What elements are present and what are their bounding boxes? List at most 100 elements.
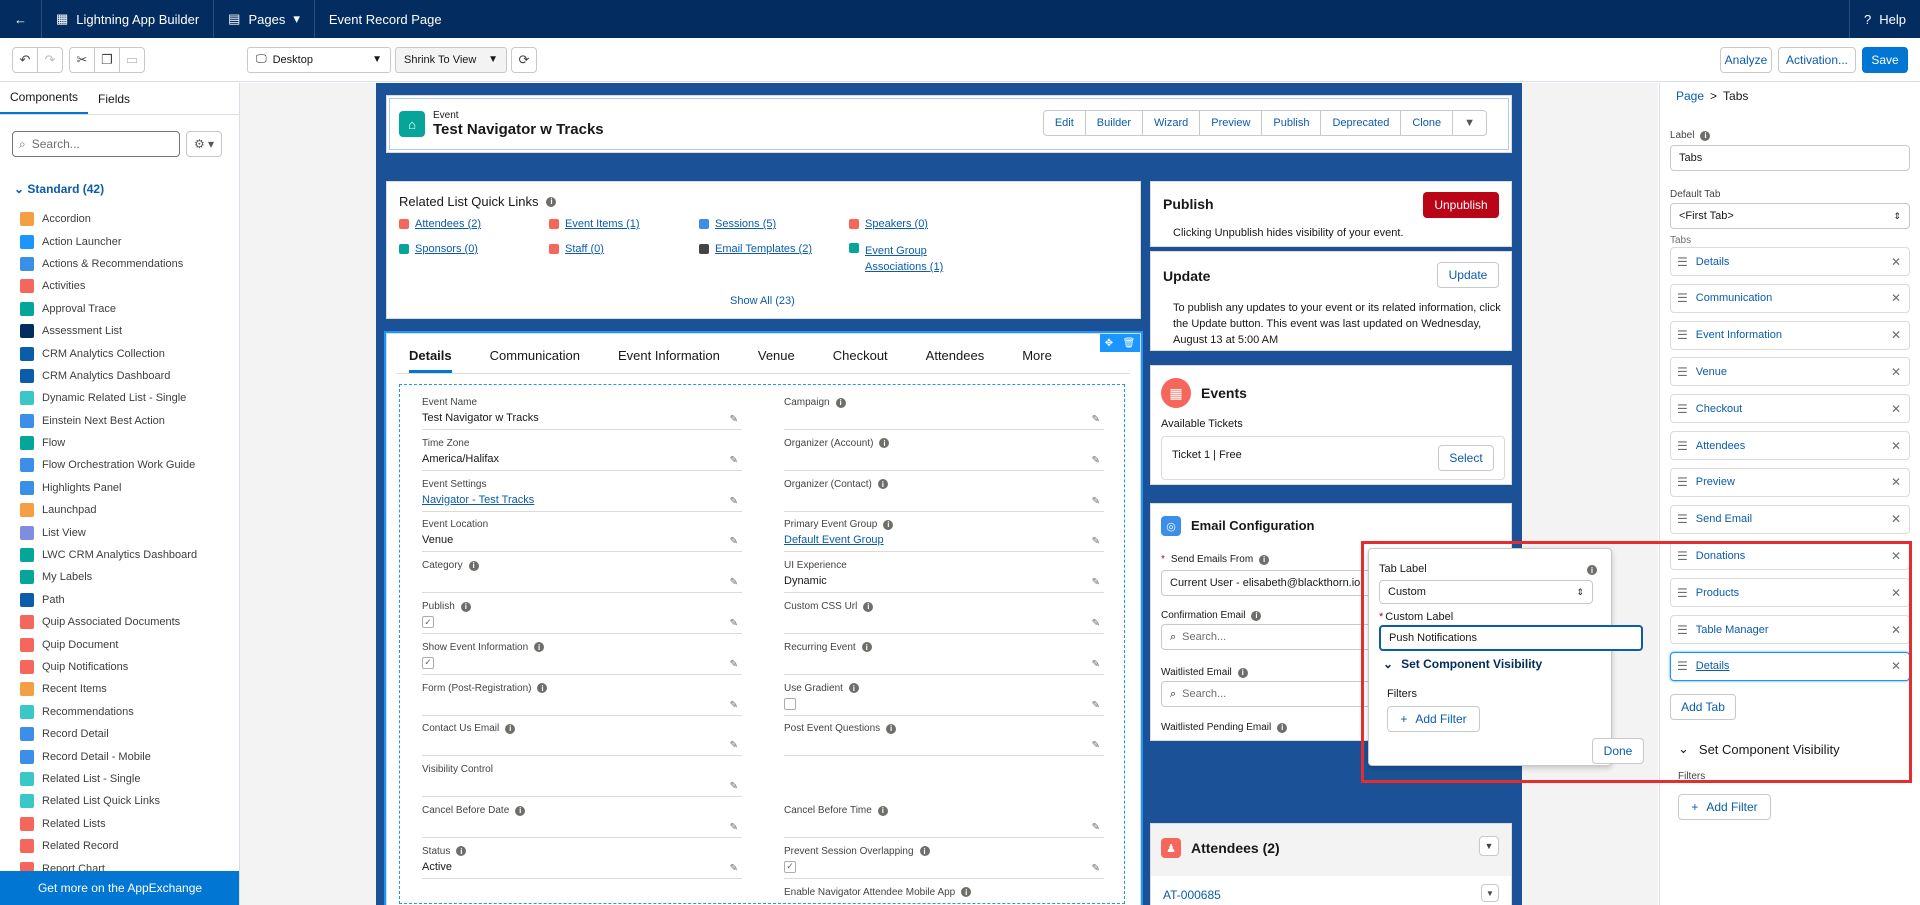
- component-item[interactable]: CRM Analytics Dashboard: [20, 365, 197, 387]
- settings-menu-button[interactable]: ⚙ ▾: [186, 131, 222, 157]
- component-item[interactable]: CRM Analytics Collection: [20, 342, 197, 364]
- tab-fields[interactable]: Fields: [88, 92, 140, 114]
- publish-card[interactable]: Publish Unpublish Clicking Unpublish hid…: [1150, 181, 1512, 247]
- component-item[interactable]: Activities: [20, 275, 197, 297]
- pages-menu[interactable]: ▤ Pages ▾: [214, 0, 315, 38]
- component-item[interactable]: Related Record: [20, 835, 197, 857]
- edit-pencil-icon[interactable]: ✎: [730, 700, 738, 711]
- show-all-link[interactable]: Show All (23): [730, 295, 795, 307]
- component-item[interactable]: Accordion: [20, 208, 197, 230]
- tab-list-item[interactable]: ☰ Details ✕: [1670, 247, 1910, 276]
- quick-link[interactable]: Event Group Associations (1): [849, 243, 943, 275]
- close-icon[interactable]: ✕: [1891, 328, 1901, 342]
- quick-link-label[interactable]: Email Templates (2): [715, 243, 812, 255]
- edit-pencil-icon[interactable]: ✎: [1092, 618, 1100, 629]
- edit-pencil-icon[interactable]: ✎: [730, 863, 738, 874]
- quick-link[interactable]: Attendees (2): [399, 218, 481, 230]
- cut-button[interactable]: ✂: [69, 46, 95, 73]
- component-item[interactable]: Path: [20, 589, 197, 611]
- quick-link[interactable]: Email Templates (2): [699, 243, 812, 255]
- standard-section-header[interactable]: ⌄ Standard (42): [14, 182, 104, 196]
- header-action-button[interactable]: Edit: [1042, 110, 1086, 136]
- header-action-button[interactable]: Builder: [1084, 110, 1144, 136]
- device-select[interactable]: 🖵 Desktop ▼: [247, 46, 391, 73]
- edit-pencil-icon[interactable]: ✎: [1092, 496, 1100, 507]
- component-item[interactable]: Einstein Next Best Action: [20, 410, 197, 432]
- move-icon[interactable]: ✥: [1105, 338, 1113, 349]
- header-action-button[interactable]: Wizard: [1142, 110, 1201, 136]
- component-item[interactable]: Quip Notifications: [20, 656, 197, 678]
- row-menu-button[interactable]: ▼: [1481, 884, 1499, 902]
- quick-link-label[interactable]: Event Group: [865, 245, 927, 257]
- component-search-input[interactable]: ⌕ Search...: [12, 131, 180, 157]
- attendee-link[interactable]: AT-000685: [1163, 888, 1221, 902]
- activation-button[interactable]: Activation...: [1778, 46, 1856, 73]
- quick-link-label[interactable]: Associations (1): [865, 261, 943, 273]
- edit-pencil-icon[interactable]: ✎: [730, 455, 738, 466]
- tab-details[interactable]: Details: [409, 348, 452, 373]
- drag-handle-icon[interactable]: ☰: [1677, 512, 1688, 526]
- component-item[interactable]: Launchpad: [20, 499, 197, 521]
- tab-list-item[interactable]: ☰ Communication ✕: [1670, 283, 1910, 313]
- component-item[interactable]: LWC CRM Analytics Dashboard: [20, 544, 197, 566]
- component-item[interactable]: Record Detail: [20, 723, 197, 745]
- tab-communication[interactable]: Communication: [490, 348, 580, 373]
- close-icon[interactable]: ✕: [1891, 439, 1901, 453]
- drag-handle-icon[interactable]: ☰: [1677, 255, 1688, 269]
- drag-handle-icon[interactable]: ☰: [1677, 365, 1688, 379]
- edit-pencil-icon[interactable]: ✎: [1092, 822, 1100, 833]
- more-actions-button[interactable]: ▼: [1452, 110, 1487, 136]
- update-card[interactable]: Update Update To publish any updates to …: [1150, 251, 1512, 351]
- edit-pencil-icon[interactable]: ✎: [730, 781, 738, 792]
- copy-button[interactable]: ❐: [94, 46, 120, 73]
- edit-pencil-icon[interactable]: ✎: [730, 536, 738, 547]
- header-action-button[interactable]: Clone: [1400, 110, 1454, 136]
- close-icon[interactable]: ✕: [1891, 291, 1901, 305]
- drag-handle-icon[interactable]: ☰: [1677, 402, 1688, 416]
- quick-link-label[interactable]: Attendees (2): [415, 218, 481, 230]
- unpublish-button[interactable]: Unpublish: [1423, 192, 1499, 218]
- edit-pencil-icon[interactable]: ✎: [730, 577, 738, 588]
- tabs-component[interactable]: ✥ 🗑 Details Communication Event Information…: [384, 331, 1143, 905]
- tab-event-information[interactable]: Event Information: [618, 348, 720, 373]
- add-filter-button[interactable]: + Add Filter: [1678, 794, 1771, 820]
- component-item[interactable]: Quip Document: [20, 633, 197, 655]
- delete-icon[interactable]: 🗑: [1123, 338, 1136, 349]
- attendees-menu-button[interactable]: ▼: [1479, 836, 1499, 856]
- quick-link-label[interactable]: Staff (0): [565, 243, 604, 255]
- component-item[interactable]: Recommendations: [20, 701, 197, 723]
- field-value[interactable]: Navigator - Test Tracks: [422, 494, 742, 506]
- component-item[interactable]: Approval Trace: [20, 298, 197, 320]
- default-tab-select[interactable]: <First Tab> ⇕: [1670, 203, 1910, 229]
- component-item[interactable]: Record Detail - Mobile: [20, 745, 197, 767]
- attendees-card[interactable]: ♟ Attendees (2) ▼ AT-000685 ▼: [1150, 823, 1512, 905]
- component-item[interactable]: Related List Quick Links: [20, 790, 197, 812]
- component-item[interactable]: Flow: [20, 432, 197, 454]
- component-item[interactable]: List View: [20, 521, 197, 543]
- drag-handle-icon[interactable]: ☰: [1677, 475, 1688, 489]
- field-value[interactable]: Default Event Group: [784, 534, 1104, 546]
- quick-link-label[interactable]: Sessions (5): [715, 218, 776, 230]
- component-item[interactable]: Actions & Recommendations: [20, 253, 197, 275]
- header-action-button[interactable]: Publish: [1261, 110, 1322, 136]
- edit-pencil-icon[interactable]: ✎: [1092, 863, 1100, 874]
- drag-handle-icon[interactable]: ☰: [1677, 328, 1688, 342]
- record-detail[interactable]: Event Name Test Navigator w Tracks ✎ Campai…: [399, 384, 1125, 904]
- edit-pencil-icon[interactable]: ✎: [730, 618, 738, 629]
- edit-pencil-icon[interactable]: ✎: [1092, 414, 1100, 425]
- quick-link[interactable]: Sessions (5): [699, 218, 776, 230]
- events-card[interactable]: ▦ Events Available Tickets Ticket 1 | Fr…: [1150, 365, 1512, 485]
- component-item[interactable]: Recent Items: [20, 678, 197, 700]
- tab-checkout[interactable]: Checkout: [833, 348, 888, 373]
- tab-list-item[interactable]: ☰ Preview ✕: [1670, 467, 1910, 497]
- quick-link[interactable]: Staff (0): [549, 243, 604, 255]
- quick-link[interactable]: Speakers (0): [849, 218, 928, 230]
- tab-list-item[interactable]: ☰ Attendees ✕: [1670, 431, 1910, 460]
- drag-handle-icon[interactable]: ☰: [1677, 291, 1688, 305]
- component-item[interactable]: Flow Orchestration Work Guide: [20, 454, 197, 476]
- tab-more[interactable]: More: [1022, 348, 1052, 373]
- header-action-button[interactable]: Deprecated: [1320, 110, 1402, 136]
- close-icon[interactable]: ✕: [1891, 512, 1901, 526]
- select-ticket-button[interactable]: Select: [1438, 445, 1494, 471]
- quick-link[interactable]: Event Items (1): [549, 218, 640, 230]
